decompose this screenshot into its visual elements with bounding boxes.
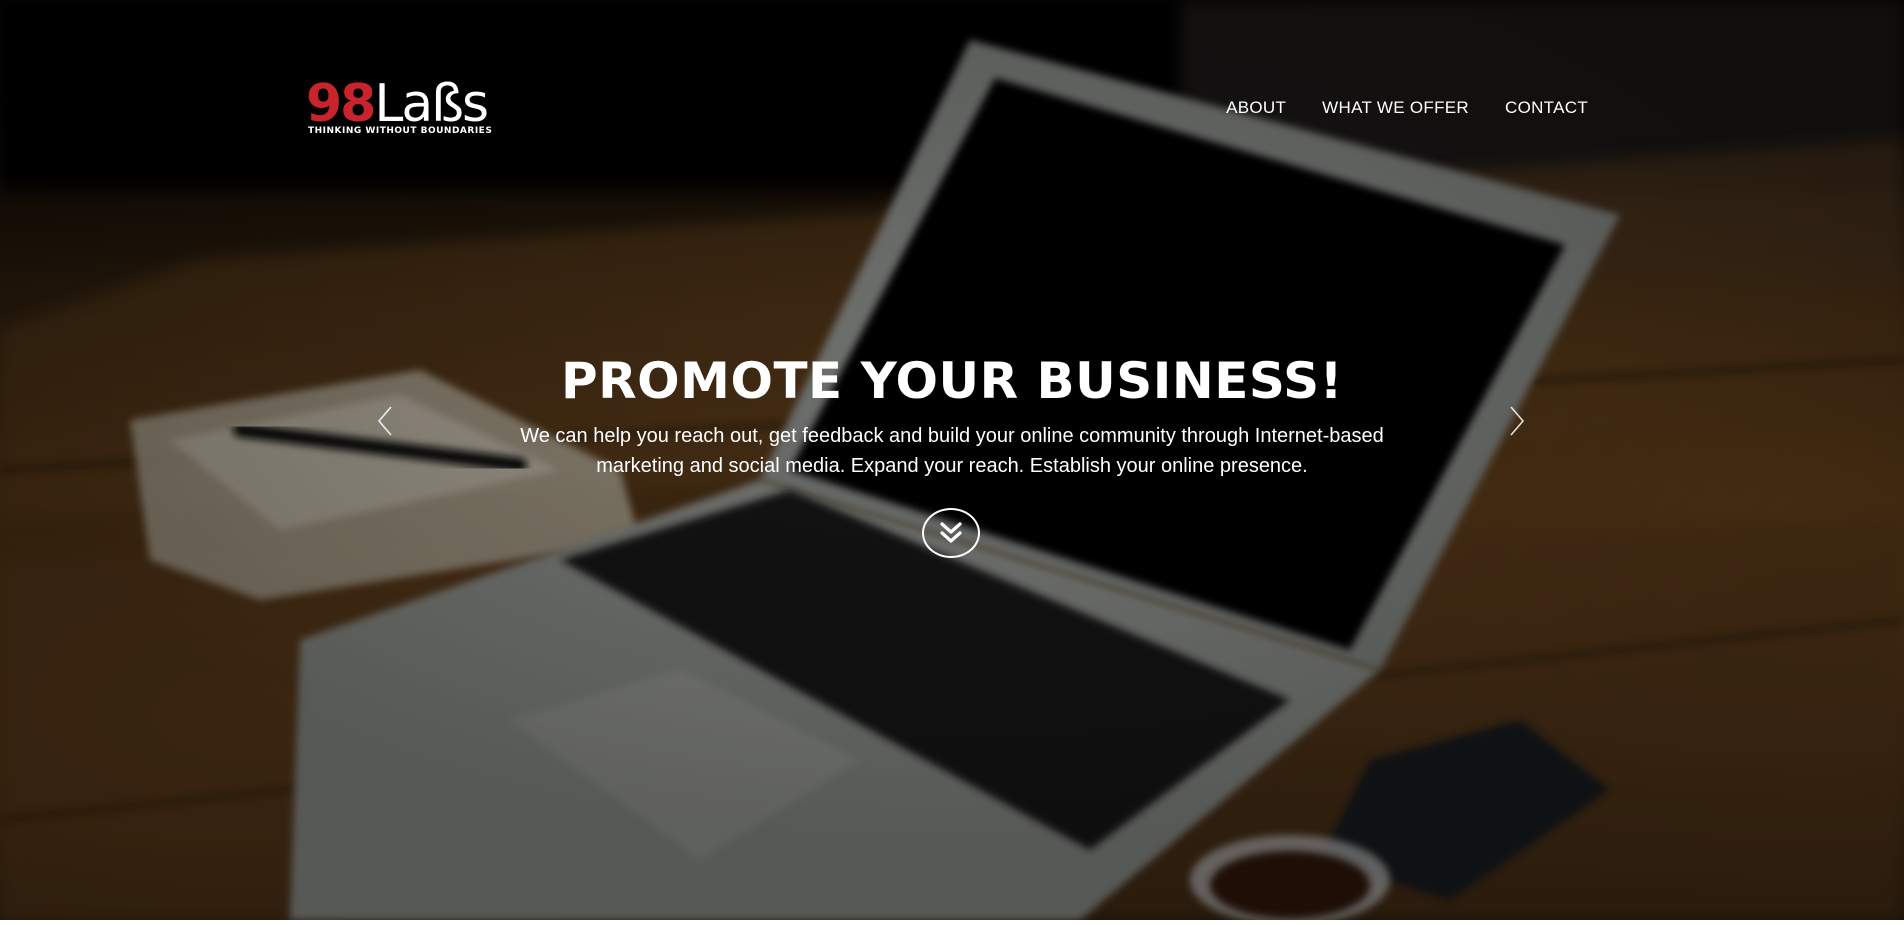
hero-section: 98Laßs THINKING WITHOUT BOUNDARIES ABOUT…	[0, 0, 1904, 920]
nav-item-what-we-offer[interactable]: WHAT WE OFFER	[1322, 98, 1469, 118]
main-nav: ABOUT WHAT WE OFFER CONTACT	[1226, 98, 1588, 118]
hero-title: PROMOTE YOUR BUSINESS!	[561, 352, 1343, 410]
hero-description: We can help you reach out, get feedback …	[520, 425, 1384, 477]
double-chevron-down-icon	[940, 522, 962, 543]
logo-tagline: THINKING WITHOUT BOUNDARIES	[308, 126, 493, 136]
scroll-down-button[interactable]	[922, 508, 980, 558]
nav-item-contact[interactable]: CONTACT	[1505, 98, 1588, 118]
logo-number: 98	[306, 74, 376, 134]
page-bottom-edge	[0, 920, 1904, 925]
site-logo[interactable]: 98Laßs THINKING WITHOUT BOUNDARIES	[306, 78, 492, 140]
logo-wordmark: 98Laßs	[306, 78, 489, 130]
nav-item-about[interactable]: ABOUT	[1226, 98, 1286, 118]
logo-word: Laßs	[374, 74, 489, 134]
